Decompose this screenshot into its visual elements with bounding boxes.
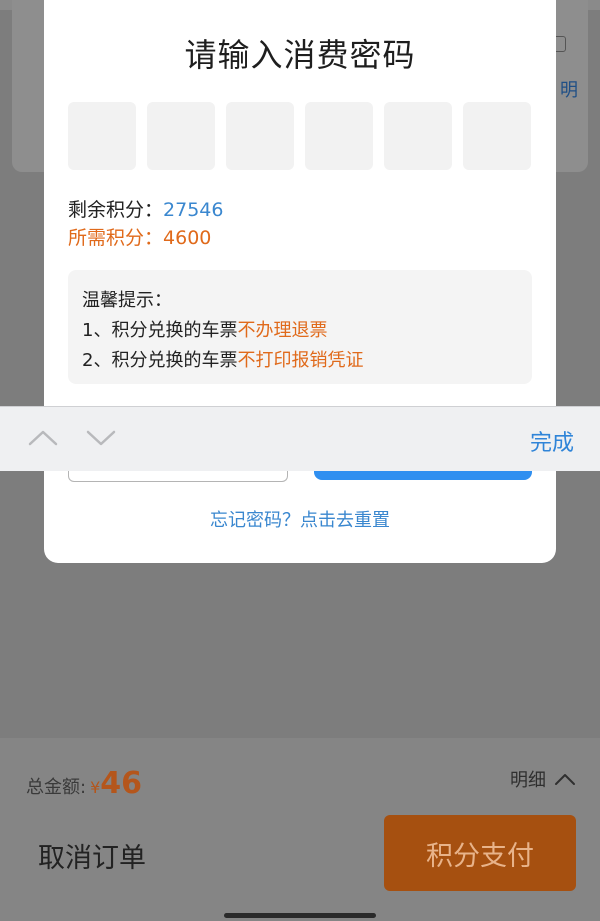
- required-points-label: 所需积分：: [68, 227, 164, 249]
- password-digit-box[interactable]: [68, 102, 136, 170]
- remaining-points-label: 剩余积分：: [68, 199, 164, 221]
- notice-title: 温馨提示：: [82, 290, 172, 311]
- points-pay-button[interactable]: 积分支付: [384, 815, 576, 891]
- dialog-title: 请输入消费密码: [184, 36, 416, 74]
- password-dialog: 请输入消费密码 剩余积分：27546 所需积分：4600 温馨提示： 1、积分兑…: [44, 0, 556, 563]
- total-amount-label: 总金额:: [26, 777, 87, 798]
- notice-line-2-text: 2、积分兑换的车票: [82, 350, 238, 371]
- total-amount-value: 46: [100, 766, 143, 801]
- notice-line-2: 2、积分兑换的车票不打印报销凭证: [82, 346, 518, 376]
- notice-line-1-highlight: 不办理退票: [237, 320, 328, 341]
- notice-line-2-highlight: 不打印报销凭证: [237, 350, 364, 371]
- password-digit-box[interactable]: [305, 102, 373, 170]
- background-link-text: 明: [560, 80, 578, 101]
- required-points-value: 4600: [163, 227, 212, 249]
- bottom-payment-bar: 总金额: ¥46 明细 取消订单 积分支付: [0, 738, 600, 921]
- cancel-order-button[interactable]: 取消订单: [38, 836, 146, 875]
- points-summary: 剩余积分：27546 所需积分：4600: [68, 196, 223, 252]
- chevron-down-icon[interactable]: [84, 421, 118, 455]
- forgot-password-link[interactable]: 忘记密码？点击去重置: [44, 506, 556, 532]
- chevron-up-icon: [555, 774, 575, 785]
- password-digit-box[interactable]: [226, 102, 294, 170]
- remaining-points-row: 剩余积分：27546: [68, 196, 223, 224]
- notice-line-1-text: 1、积分兑换的车票: [82, 320, 238, 341]
- keyboard-done-button[interactable]: 完成: [530, 425, 574, 457]
- total-amount: 总金额: ¥46: [26, 766, 142, 801]
- chevron-up-icon[interactable]: [26, 421, 60, 455]
- required-points-row: 所需积分：4600: [68, 224, 223, 252]
- password-digit-box[interactable]: [147, 102, 215, 170]
- password-digit-box[interactable]: [463, 102, 531, 170]
- password-input-boxes[interactable]: [68, 102, 531, 170]
- currency-symbol: ¥: [90, 778, 101, 797]
- home-indicator[interactable]: [224, 913, 376, 918]
- password-digit-box[interactable]: [384, 102, 452, 170]
- detail-label: 明细: [510, 770, 546, 791]
- detail-toggle[interactable]: 明细: [510, 766, 576, 792]
- remaining-points-value: 27546: [163, 199, 224, 221]
- notice-box: 温馨提示： 1、积分兑换的车票不办理退票 2、积分兑换的车票不打印报销凭证: [68, 270, 532, 384]
- keyboard-accessory-bar: 完成: [0, 406, 600, 471]
- notice-line-1: 1、积分兑换的车票不办理退票: [82, 316, 518, 346]
